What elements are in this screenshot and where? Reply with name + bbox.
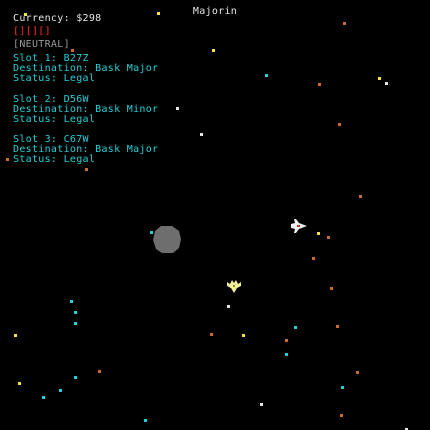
standing-status: [NEUTRAL] [13, 39, 70, 50]
star [285, 353, 288, 356]
star [294, 326, 297, 329]
star [378, 77, 381, 80]
star [312, 257, 315, 260]
currency-label: Currency: [13, 13, 70, 24]
star [385, 82, 388, 85]
asteroid-icon[interactable] [152, 225, 182, 255]
star [343, 22, 346, 25]
star [42, 396, 45, 399]
star [330, 287, 333, 290]
star [74, 376, 77, 379]
star [210, 333, 213, 336]
enemy-ship-icon[interactable] [226, 279, 242, 294]
cargo-slot-3-status: Status: Legal [13, 154, 96, 165]
star [285, 339, 288, 342]
star [18, 382, 21, 385]
currency-value: $298 [76, 13, 102, 24]
currency-readout: Currency: $298 [13, 14, 102, 24]
star [71, 49, 74, 52]
star [227, 305, 230, 308]
star [327, 236, 330, 239]
star [85, 168, 88, 171]
star [242, 334, 245, 337]
star [98, 370, 101, 373]
star [212, 49, 215, 52]
star [359, 195, 362, 198]
star [144, 419, 147, 422]
star [340, 414, 343, 417]
star [200, 133, 203, 136]
star [338, 123, 341, 126]
star [6, 158, 9, 161]
star [70, 300, 73, 303]
cargo-slot-1-status: Status: Legal [13, 73, 96, 84]
star [318, 83, 321, 86]
star [356, 371, 359, 374]
star [59, 389, 62, 392]
star [336, 325, 339, 328]
star [176, 107, 179, 110]
health-indicator: [][][] [13, 26, 51, 37]
star [14, 334, 17, 337]
star [260, 403, 263, 406]
player-ship-icon[interactable] [290, 218, 308, 234]
star [265, 74, 268, 77]
star [74, 311, 77, 314]
cargo-slot-2-status: Status: Legal [13, 114, 96, 125]
game-screen[interactable]: Majorin Currency: $298 [][][] [NEUTRAL] … [0, 0, 430, 430]
star [317, 232, 320, 235]
star [74, 322, 77, 325]
star [341, 386, 344, 389]
